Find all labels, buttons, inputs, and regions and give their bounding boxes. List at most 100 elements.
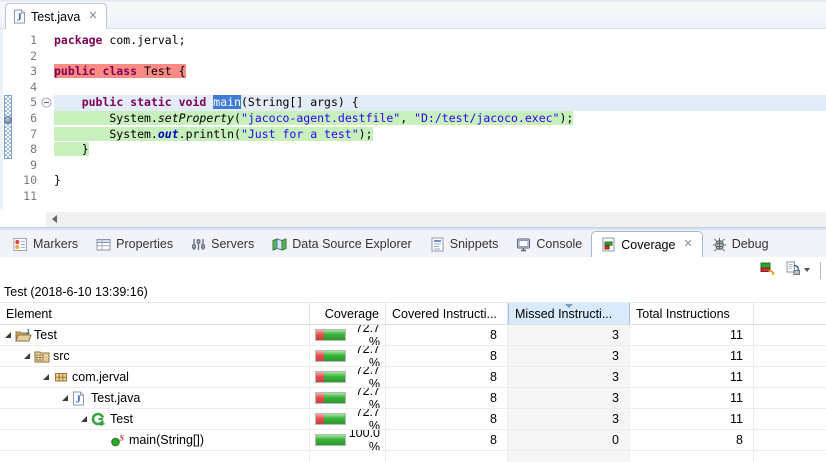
expand-arrow-icon[interactable] (61, 394, 72, 402)
panel-tab-debug[interactable]: Debug (703, 231, 778, 257)
coverage-session-icon (760, 261, 778, 280)
panel-tab-snippets[interactable]: Snippets (421, 231, 508, 257)
line-number[interactable]: 9 (14, 158, 40, 174)
column-header-covered[interactable]: Covered Instructi... (386, 303, 508, 324)
data-source-icon (272, 237, 287, 252)
table-row[interactable]: com.jerval 72.7 % 8 3 11 (0, 367, 826, 388)
line-number[interactable]: 8 (14, 142, 40, 158)
code-text[interactable] (54, 158, 826, 174)
code-text[interactable]: System.setProperty("jacoco-agent.destfil… (54, 110, 826, 127)
code-text[interactable]: System.out.println("Just for a test"); (54, 126, 826, 143)
element-label: Test (34, 328, 57, 342)
fold-margin[interactable] (40, 49, 54, 65)
code-line[interactable]: 5 public static void main(String[] args)… (14, 95, 826, 111)
table-row[interactable]: src 72.7 % 8 3 11 (0, 346, 826, 367)
close-icon[interactable]: ✕ (88, 11, 97, 22)
table-row[interactable]: J Test.java 72.7 % 8 3 11 (0, 388, 826, 409)
line-number[interactable]: 10 (14, 173, 40, 189)
line-number[interactable]: 11 (14, 189, 40, 205)
code-line[interactable]: 7 System.out.println("Just for a test"); (14, 126, 826, 143)
table-row[interactable]: S main(String[]) 100.0 % 8 0 8 (0, 430, 826, 451)
code-line[interactable]: 4 (14, 80, 826, 96)
expand-arrow-icon[interactable] (80, 415, 91, 423)
code-text[interactable]: public static void main(String[] args) { (54, 95, 826, 111)
panel-tab-markers[interactable]: Markers (4, 231, 87, 257)
line-number[interactable]: 1 (14, 33, 40, 49)
column-header-total[interactable]: Total Instructions (630, 303, 754, 324)
expand-arrow-icon[interactable] (42, 373, 53, 381)
scroll-left-icon (52, 215, 57, 223)
code-line[interactable]: 10 } (14, 173, 826, 189)
line-number[interactable]: 5 (14, 95, 40, 111)
annotation-ruler[interactable] (3, 29, 14, 209)
panel-tab-console[interactable]: Console (507, 231, 591, 257)
panel-tab-data-source-explorer[interactable]: Data Source Explorer (263, 231, 421, 257)
code-text[interactable]: public class Test { (54, 64, 826, 80)
package-icon (53, 370, 71, 384)
missed-instructions: 3 (508, 367, 630, 387)
expand-arrow-icon[interactable] (4, 331, 15, 339)
java-file-icon: J (13, 9, 26, 24)
fold-margin[interactable] (40, 33, 54, 49)
coverage-percent: 100.0 % (348, 430, 380, 450)
code-line[interactable]: 1 package com.jerval; (14, 33, 826, 49)
table-row[interactable]: J Test 72.7 % 8 3 11 (0, 325, 826, 346)
code-line[interactable]: 11 (14, 189, 826, 205)
code-line[interactable]: 2 (14, 49, 826, 65)
line-number[interactable]: 4 (14, 80, 40, 96)
element-label: src (53, 349, 70, 363)
line-number[interactable]: 2 (14, 49, 40, 65)
scroll-left-button[interactable] (46, 211, 63, 227)
static-method-icon: S (110, 433, 128, 448)
coverage-session-button[interactable] (760, 261, 778, 280)
fold-margin[interactable] (40, 189, 54, 205)
panel-tab-coverage[interactable]: Coverage ✕ (591, 231, 703, 257)
line-number[interactable]: 3 (14, 64, 40, 80)
fold-margin[interactable] (40, 127, 54, 143)
code-text[interactable] (54, 189, 826, 205)
column-header-coverage[interactable]: Coverage (310, 303, 386, 324)
debug-icon (712, 237, 727, 252)
properties-icon (96, 237, 111, 252)
fold-margin[interactable] (40, 158, 54, 174)
total-instructions: 8 (630, 430, 754, 450)
code-text[interactable]: } (54, 173, 826, 189)
coverage-bar (315, 392, 346, 404)
fold-margin[interactable] (40, 64, 54, 80)
missed-instructions: 3 (508, 346, 630, 366)
code-text[interactable] (54, 49, 826, 65)
breakpoint-marker[interactable] (4, 116, 12, 124)
expand-arrow-icon[interactable] (23, 352, 34, 360)
code-text[interactable] (54, 80, 826, 96)
editor-hscrollbar[interactable] (0, 209, 826, 227)
total-instructions: 11 (630, 409, 754, 429)
scrollbar-track[interactable] (63, 211, 826, 227)
code-line[interactable]: 8 } (14, 142, 826, 158)
close-icon[interactable]: ✕ (683, 239, 692, 250)
coverage-table-header: Element Coverage Covered Instructi... Mi… (0, 302, 826, 325)
covered-instructions: 8 (386, 409, 508, 429)
code-lines[interactable]: 1 package com.jerval; 2 3 public class T… (14, 29, 826, 209)
table-row[interactable]: Test 72.7 % 8 3 11 (0, 409, 826, 430)
line-number[interactable]: 7 (14, 127, 40, 143)
panel-tab-properties[interactable]: Properties (87, 231, 182, 257)
code-line[interactable]: 6 System.setProperty("jacoco-agent.destf… (14, 110, 826, 127)
line-number[interactable]: 6 (14, 111, 40, 127)
code-text[interactable]: } (54, 142, 826, 158)
editor-tab-testjava[interactable]: J Test.java ✕ (5, 3, 107, 29)
column-header-missed[interactable]: Missed Instructi... (508, 303, 630, 324)
code-line[interactable]: 9 (14, 158, 826, 174)
fold-margin[interactable] (40, 80, 54, 96)
chevron-down-icon[interactable] (804, 268, 810, 272)
svg-text:J: J (26, 328, 30, 336)
code-text[interactable]: package com.jerval; (54, 33, 826, 49)
fold-margin[interactable] (40, 173, 54, 189)
fold-margin[interactable] (40, 111, 54, 127)
fold-margin[interactable] (40, 142, 54, 158)
panel-tab-servers[interactable]: Servers (182, 231, 263, 257)
column-header-element[interactable]: Element (0, 303, 310, 324)
export-session-button[interactable] (785, 261, 810, 280)
code-line[interactable]: 3 public class Test { (14, 64, 826, 80)
code-editor[interactable]: 1 package com.jerval; 2 3 public class T… (0, 29, 826, 209)
fold-collapse-icon[interactable] (40, 95, 54, 111)
